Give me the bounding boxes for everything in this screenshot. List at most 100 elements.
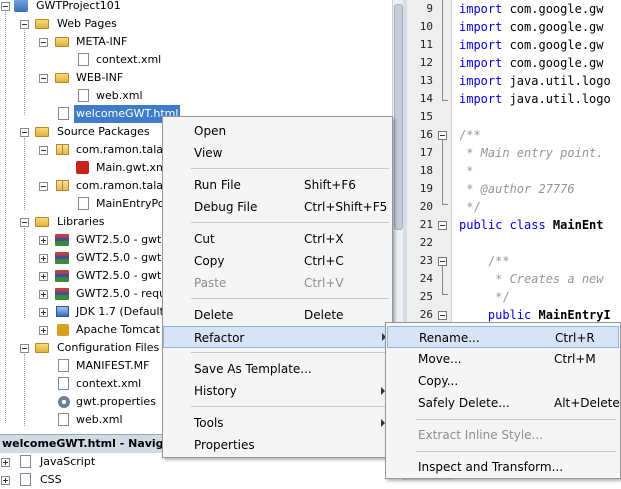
- tree-node-web-pages[interactable]: Web Pages: [0, 15, 390, 33]
- config-folder-icon: [35, 343, 49, 353]
- line-number: 22: [419, 236, 433, 249]
- collapse-toggle[interactable]: [1, 2, 10, 11]
- line-number: 12: [419, 56, 433, 69]
- xml-file-icon: [58, 413, 69, 426]
- menu-item-history[interactable]: History: [163, 380, 392, 402]
- fold-guide: [442, 266, 443, 294]
- line-number: 13: [419, 74, 433, 87]
- menu-item-tools[interactable]: Tools: [163, 412, 392, 434]
- line-number: 18: [419, 164, 433, 177]
- menu-item-delete[interactable]: Delete Delete: [163, 304, 392, 326]
- fold-collapse-icon[interactable]: [438, 221, 447, 230]
- collapse-toggle[interactable]: [39, 38, 48, 47]
- xml-file-icon: [58, 377, 69, 390]
- line-number: 19: [419, 182, 433, 195]
- tree-node-meta-inf[interactable]: META-INF: [0, 33, 390, 51]
- collapse-toggle[interactable]: [39, 74, 48, 83]
- collapse-toggle[interactable]: [20, 344, 29, 353]
- menu-item-shortcut: Ctrl+M: [554, 352, 596, 366]
- line-number: 11: [419, 38, 433, 51]
- collapse-toggle[interactable]: [39, 182, 48, 191]
- fold-collapse-icon[interactable]: [438, 257, 447, 266]
- tree-node-project[interactable]: GWTProject101: [0, 0, 390, 15]
- menu-item-label: Paste: [194, 276, 227, 290]
- menu-item-label: Inspect and Transform...: [418, 460, 564, 474]
- fold-collapse-icon[interactable]: [438, 131, 447, 140]
- tree-node-web-inf[interactable]: WEB-INF: [0, 69, 390, 87]
- code-keyword: import: [459, 2, 503, 16]
- collapse-toggle[interactable]: [39, 146, 48, 155]
- xml-file-icon: [78, 89, 89, 102]
- folder-icon: [35, 127, 49, 137]
- tree-node-web-xml[interactable]: web.xml: [0, 87, 390, 105]
- collapse-toggle[interactable]: [20, 20, 29, 29]
- navigator-item-javascript[interactable]: JavaScript: [0, 453, 160, 471]
- javascript-icon: [20, 455, 31, 468]
- code-text: com.google.gw: [502, 2, 604, 16]
- tree-node-label: Libraries: [57, 215, 105, 228]
- tree-node-label: web.xml: [76, 413, 123, 426]
- menu-item-label: Debug File: [194, 200, 258, 214]
- html-file-icon: [58, 107, 69, 120]
- menu-item-label: Tools: [194, 416, 224, 430]
- menu-item-paste[interactable]: Paste Ctrl+V: [163, 272, 392, 294]
- menu-item-save-as-template[interactable]: Save As Template...: [163, 358, 392, 380]
- menu-separator: [191, 222, 389, 223]
- line-number: 20: [419, 200, 433, 213]
- menu-item-cut[interactable]: Cut Ctrl+X: [163, 228, 392, 250]
- line-number: 25: [419, 290, 433, 303]
- tree-node-context-xml[interactable]: context.xml: [0, 51, 390, 69]
- expand-toggle[interactable]: [39, 272, 48, 281]
- menu-item-copy[interactable]: Copy Ctrl+C: [163, 250, 392, 272]
- menu-item-label: Move...: [418, 352, 462, 366]
- line-number: 9: [426, 2, 433, 15]
- menu-item-label: View: [194, 146, 223, 160]
- menu-item-shortcut: Shift+F6: [304, 178, 356, 192]
- menu-item-extract-inline-style[interactable]: Extract Inline Style...: [386, 424, 620, 446]
- line-number: 26: [419, 308, 433, 321]
- folder-icon: [35, 19, 49, 29]
- menu-item-move[interactable]: Move... Ctrl+M: [386, 348, 620, 370]
- menu-item-properties[interactable]: Properties: [163, 434, 392, 456]
- expand-toggle[interactable]: [39, 290, 48, 299]
- expand-toggle[interactable]: [39, 308, 48, 317]
- code-comment: * @author 27776: [459, 182, 575, 196]
- menu-item-run-file[interactable]: Run File Shift+F6: [163, 174, 392, 196]
- expand-toggle[interactable]: [39, 236, 48, 245]
- expand-toggle[interactable]: [1, 458, 10, 467]
- expand-toggle[interactable]: [1, 476, 10, 485]
- navigator-panel[interactable]: JavaScript CSS: [0, 453, 160, 486]
- tree-node-label: WEB-INF: [76, 71, 124, 84]
- library-jar-icon: [55, 270, 69, 282]
- menu-item-copy-refactor[interactable]: Copy...: [386, 370, 620, 392]
- navigator-title[interactable]: welcomeGWT.html - Navigato: [0, 434, 162, 453]
- menu-item-label: Copy...: [418, 374, 459, 388]
- menu-item-open[interactable]: Open: [163, 120, 392, 142]
- collapse-toggle[interactable]: [20, 128, 29, 137]
- manifest-file-icon: [58, 359, 69, 372]
- menu-item-shortcut: Ctrl+C: [304, 254, 344, 268]
- fold-collapse-icon[interactable]: [438, 311, 447, 320]
- menu-item-shortcut: Ctrl+V: [304, 276, 344, 290]
- navigator-item-css[interactable]: CSS: [0, 471, 160, 489]
- menu-item-safely-delete[interactable]: Safely Delete... Alt+Delete: [386, 392, 620, 414]
- xml-file-icon: [78, 53, 89, 66]
- menu-item-rename[interactable]: Rename... Ctrl+R: [387, 326, 619, 348]
- menu-item-label: Rename...: [419, 331, 480, 345]
- code-comment: */: [459, 200, 481, 214]
- code-comment: * Creates a new: [459, 272, 604, 286]
- tree-node-label: web.xml: [96, 89, 143, 102]
- menu-item-debug-file[interactable]: Debug File Ctrl+Shift+F5: [163, 196, 392, 218]
- tree-node-label: gwt.properties: [76, 395, 156, 408]
- context-menu[interactable]: Open View Run File Shift+F6 Debug File C…: [162, 116, 393, 458]
- menu-item-view[interactable]: View: [163, 142, 392, 164]
- expand-toggle[interactable]: [39, 254, 48, 263]
- expand-toggle[interactable]: [39, 326, 48, 335]
- menu-item-refactor[interactable]: Refactor: [163, 326, 392, 348]
- collapse-toggle[interactable]: [20, 218, 29, 227]
- navigator-item-label: JavaScript: [40, 455, 96, 468]
- tree-scrollbar-thumb[interactable]: [394, 4, 403, 230]
- menu-item-shortcut: Ctrl+R: [555, 331, 595, 345]
- menu-item-inspect-and-transform[interactable]: Inspect and Transform...: [386, 456, 620, 478]
- refactor-submenu[interactable]: Rename... Ctrl+R Move... Ctrl+M Copy... …: [385, 322, 621, 479]
